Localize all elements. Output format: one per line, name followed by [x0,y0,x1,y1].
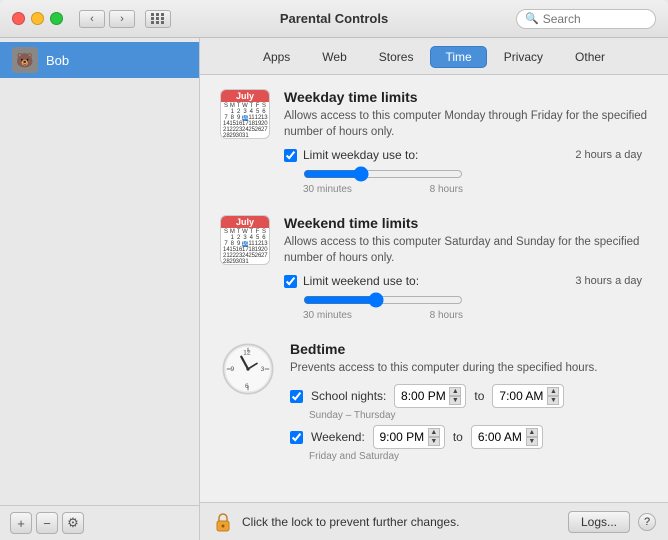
bedtime-weekend-from-down[interactable]: ▼ [428,437,440,446]
weekday-calendar-icon: July SMTWTFS 123456 78910111213 14151617… [220,89,270,139]
weekend-calendar-icon: July SMTWTFS 123456 78910111213 14151617… [220,215,270,265]
school-nights-from-up[interactable]: ▲ [449,387,461,396]
school-nights-from-down[interactable]: ▼ [449,396,461,405]
tab-other[interactable]: Other [560,46,620,68]
weekend-desc: Allows access to this computer Saturday … [284,234,648,266]
content-area: Apps Web Stores Time Privacy Other July … [200,38,668,540]
school-nights-to-up[interactable]: ▲ [547,387,559,396]
bedtime-weekend-row: Weekend: 9:00 PM ▲ ▼ to 6:00 AM [290,425,648,449]
lock-icon[interactable] [212,511,234,533]
bottom-bar: Click the lock to prevent further change… [200,502,668,540]
nav-arrows: ‹ › [63,10,135,28]
school-nights-row: School nights: 8:00 PM ▲ ▼ to 7:00 AM [290,384,648,408]
svg-text:6: 6 [245,383,249,390]
bedtime-weekend-sublabel: Friday and Saturday [309,451,648,462]
bedtime-clock-icon: 12 3 6 9 [220,341,276,397]
bedtime-weekend-to-down[interactable]: ▼ [526,437,538,446]
maximize-button[interactable] [50,12,63,25]
bedtime-section: 12 3 6 9 Bedtime Prevents access to this… [220,341,648,466]
avatar: 🐻 [12,47,38,73]
weekday-checkbox-label: Limit weekday use to: [303,148,418,162]
tabs-bar: Apps Web Stores Time Privacy Other [200,38,668,75]
weekend-slider-max: 8 hours [430,310,463,321]
traffic-lights [0,12,63,25]
help-button[interactable]: ? [638,513,656,531]
tab-privacy[interactable]: Privacy [489,46,558,68]
sidebar-toolbar: + − ⚙ [0,505,199,540]
weekend-slider-min: 30 minutes [303,310,352,321]
weekday-slider-min: 30 minutes [303,184,352,195]
weekend-checkbox[interactable] [284,275,297,288]
school-nights-from-value: 8:00 PM [399,389,447,403]
weekday-title: Weekday time limits [284,89,648,105]
weekday-section: July SMTWTFS 123456 78910111213 14151617… [220,89,648,195]
weekend-calendar-month-label: July [221,216,269,228]
grid-icon [151,13,165,24]
school-nights-sublabel: Sunday – Thursday [309,410,648,421]
tab-stores[interactable]: Stores [364,46,429,68]
minimize-button[interactable] [31,12,44,25]
add-user-button[interactable]: + [10,512,32,534]
bedtime-title: Bedtime [290,341,648,357]
app-grid-button[interactable] [145,10,171,28]
weekday-checkbox[interactable] [284,149,297,162]
tab-time[interactable]: Time [430,46,486,68]
tab-apps[interactable]: Apps [248,46,305,68]
bedtime-body: Bedtime Prevents access to this computer… [290,341,648,466]
bedtime-weekend-to-time[interactable]: 6:00 AM ▲ ▼ [471,425,543,449]
close-button[interactable] [12,12,25,25]
search-icon: 🔍 [525,12,539,25]
weekday-slider-value: 2 hours a day [552,149,642,161]
back-button[interactable]: ‹ [79,10,105,28]
settings-button[interactable]: ⚙ [62,512,84,534]
lock-svg [214,511,232,533]
school-nights-to-down[interactable]: ▼ [547,396,559,405]
to-label-school: to [474,389,484,403]
search-box[interactable]: 🔍 [516,9,656,29]
bedtime-weekend-label: Weekend: [311,430,365,444]
school-nights-to-time[interactable]: 7:00 AM ▲ ▼ [492,384,564,408]
bedtime-rows: School nights: 8:00 PM ▲ ▼ to 7:00 AM [290,384,648,462]
content-scroll: July SMTWTFS 123456 78910111213 14151617… [200,75,668,502]
bedtime-weekend-checkbox[interactable] [290,431,303,444]
weekend-slider-value: 3 hours a day [552,275,642,287]
window-title: Parental Controls [280,11,388,26]
svg-text:3: 3 [261,367,265,374]
sidebar-item-label: Bob [46,53,69,68]
weekend-title: Weekend time limits [284,215,648,231]
svg-text:12: 12 [243,350,251,357]
weekend-body: Weekend time limits Allows access to thi… [284,215,648,321]
school-nights-label: School nights: [311,389,386,403]
bedtime-weekend-from-time[interactable]: 9:00 PM ▲ ▼ [373,425,445,449]
school-nights-from-time[interactable]: 8:00 PM ▲ ▼ [394,384,466,408]
bedtime-weekend-to-value: 6:00 AM [476,430,524,444]
weekday-slider[interactable] [303,166,463,182]
to-label-weekend: to [453,430,463,444]
weekend-section: July SMTWTFS 123456 78910111213 14151617… [220,215,648,321]
sidebar: 🐻 Bob + − ⚙ [0,38,200,540]
titlebar: ‹ › Parental Controls 🔍 [0,0,668,38]
forward-button[interactable]: › [109,10,135,28]
school-nights-to-value: 7:00 AM [497,389,545,403]
weekday-body: Weekday time limits Allows access to thi… [284,89,648,195]
weekend-slider[interactable] [303,292,463,308]
sidebar-item-bob[interactable]: 🐻 Bob [0,42,199,78]
calendar-month-label: July [221,90,269,102]
bedtime-weekend-from-value: 9:00 PM [378,430,426,444]
lock-text: Click the lock to prevent further change… [242,515,560,529]
remove-user-button[interactable]: − [36,512,58,534]
sidebar-list: 🐻 Bob [0,38,199,505]
weekday-desc: Allows access to this computer Monday th… [284,108,648,140]
bedtime-weekend-from-up[interactable]: ▲ [428,428,440,437]
weekday-slider-max: 8 hours [430,184,463,195]
tab-web[interactable]: Web [307,46,361,68]
main-layout: 🐻 Bob + − ⚙ Apps Web Stores Time Privacy… [0,38,668,540]
school-nights-checkbox[interactable] [290,390,303,403]
svg-text:9: 9 [230,367,234,374]
search-input[interactable] [543,12,647,26]
bedtime-weekend-to-up[interactable]: ▲ [526,428,538,437]
weekend-checkbox-label: Limit weekend use to: [303,274,419,288]
logs-button[interactable]: Logs... [568,511,630,533]
bedtime-desc: Prevents access to this computer during … [290,360,648,376]
